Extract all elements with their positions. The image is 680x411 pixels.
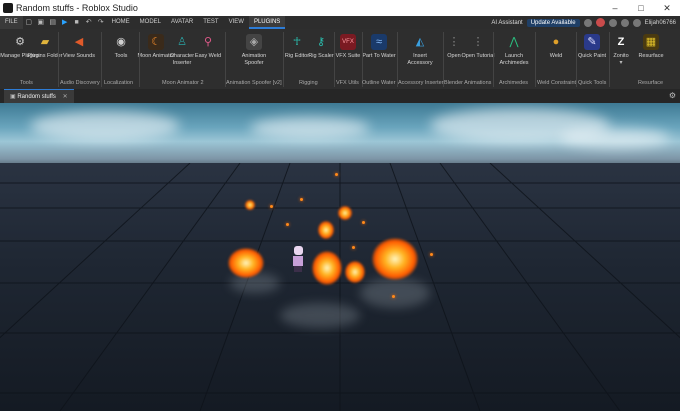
spark-particle <box>352 246 355 249</box>
character-torso <box>293 256 303 266</box>
stop-icon[interactable]: ■ <box>73 19 81 27</box>
globe-icon: ◉ <box>116 36 126 48</box>
play-icon[interactable]: ▶ <box>61 19 69 27</box>
open-file-icon[interactable]: ▣ <box>37 19 45 27</box>
plugins-ribbon: ⚙ Manage Plugins ▰ Plugins Folder ◀ View So… <box>0 29 680 90</box>
part-to-water-button[interactable]: ≈ Part To Water <box>359 32 399 60</box>
spark-particle <box>362 221 365 224</box>
blender-tutorial-icon: ⋮ <box>472 36 484 48</box>
3d-viewport[interactable] <box>0 103 680 411</box>
fire-effect <box>245 200 255 210</box>
weld-button[interactable]: ● Weld <box>536 32 576 60</box>
group-blender-animations: Blender Animations <box>444 80 492 86</box>
undo-icon[interactable]: ↶ <box>85 19 93 27</box>
spark-particle <box>270 205 273 208</box>
minimize-button[interactable]: – <box>602 3 628 13</box>
open-tutorial-button[interactable]: ⋮ Open Tutorial <box>458 32 498 60</box>
fire-effect <box>372 238 418 280</box>
roblox-studio-icon <box>3 3 13 13</box>
resurface-icon: ▦ <box>643 34 659 50</box>
group-accessory-inserter: Accessory Inserter <box>398 80 444 86</box>
animation-spoofer-button[interactable]: ◈ Animation Spoofer <box>234 32 274 66</box>
file-menu[interactable]: FILE <box>0 16 23 29</box>
maximize-button[interactable]: □ <box>628 3 654 13</box>
water-icon: ≈ <box>371 34 387 50</box>
group-rigging: Rigging <box>299 80 318 86</box>
view-sounds-button[interactable]: ◀ View Sounds <box>59 32 99 60</box>
fire-effect <box>228 248 264 278</box>
document-tab[interactable]: ▣ Random stuffs ✕ <box>4 89 74 103</box>
speaker-icon: ◀ <box>74 36 84 48</box>
accessory-icon: ◭ <box>415 36 425 48</box>
redo-icon[interactable]: ↷ <box>97 19 105 27</box>
save-icon[interactable]: ▤ <box>49 19 57 27</box>
group-animation-spoofer: Animation Spoofer [v2] <box>226 80 282 86</box>
tools-button[interactable]: ◉ Tools <box>101 32 141 60</box>
spark-particle <box>430 253 433 256</box>
spark-particle <box>286 223 289 226</box>
group-audio-discovery: Audio Discovery <box>60 80 100 86</box>
update-available-button[interactable]: Update Available <box>526 18 580 27</box>
cloud-icon[interactable] <box>632 18 641 27</box>
baseplate-grid <box>0 163 680 411</box>
launch-archimedes-button[interactable]: ⋀ Launch Archimedes <box>494 32 534 66</box>
smoke-effect <box>280 303 360 328</box>
spoofer-icon: ◈ <box>246 34 262 50</box>
share-icon[interactable] <box>583 18 592 27</box>
spark-particle <box>300 198 303 201</box>
tab-test[interactable]: TEST <box>198 16 223 29</box>
zonito-icon: Z <box>617 36 625 48</box>
weld-ball-icon: ● <box>552 36 560 48</box>
document-tab-label: Random stuffs <box>17 94 56 100</box>
spark-particle <box>335 173 338 176</box>
tab-plugins[interactable]: PLUGINS <box>248 16 286 29</box>
group-outline-water: Outline Water <box>362 80 396 86</box>
folder-icon: ▰ <box>40 36 50 48</box>
group-vfx-utils: VFX Utils <box>336 80 359 86</box>
spark-particle <box>392 295 395 298</box>
baseplate <box>0 163 680 411</box>
vfx-icon: VFX <box>340 34 356 50</box>
smoke-effect <box>360 278 430 308</box>
weld-icon: ⚲ <box>203 36 213 48</box>
group-archimedes: Archimedes <box>499 80 529 86</box>
character-legs <box>294 266 302 272</box>
group-resurface: Resurface <box>638 80 664 86</box>
tab-view[interactable]: VIEW <box>224 16 249 29</box>
tab-model[interactable]: MODEL <box>135 16 166 29</box>
archimedes-icon: ⋀ <box>509 36 519 48</box>
group-localization: Localization <box>104 80 134 86</box>
group-quick-tools: Quick Tools <box>578 80 607 86</box>
tab-avatar[interactable]: AVATAR <box>166 16 198 29</box>
fire-effect <box>345 261 365 283</box>
group-weld-constraint: Weld Constraint <box>537 80 577 86</box>
fire-effect <box>318 221 334 239</box>
close-tab-icon[interactable]: ✕ <box>63 94 68 100</box>
group-tools: Tools <box>20 80 33 86</box>
fire-effect <box>312 251 342 285</box>
character-head <box>293 246 303 255</box>
scaler-icon: ⚷ <box>316 36 326 48</box>
menu-bar: FILE ▢ ▣ ▤ ▶ ■ ↶ ↷ HOME MODEL AVATAR TES… <box>0 16 680 29</box>
window-title-bar: Random stuffs - Roblox Studio – □ ✕ <box>0 0 680 16</box>
avatar[interactable] <box>595 18 605 27</box>
settings-icon[interactable] <box>608 18 617 27</box>
zonito-dropdown-icon[interactable]: ▾ <box>601 60 641 67</box>
resurface-button[interactable]: ▦ Resurface <box>631 32 671 60</box>
tab-home[interactable]: HOME <box>107 16 135 29</box>
viewport-settings-icon[interactable]: ⚙ <box>669 91 676 100</box>
window-title: Random stuffs - Roblox Studio <box>16 3 138 13</box>
easy-weld-button[interactable]: ⚲ Easy Weld <box>188 32 228 60</box>
new-file-icon[interactable]: ▢ <box>25 19 33 27</box>
document-tab-bar: ▣ Random stuffs ✕ ⚙ <box>0 89 680 103</box>
ai-assistant-button[interactable]: AI Assistant <box>491 20 522 26</box>
player-character[interactable] <box>293 246 303 272</box>
paint-icon: ✎ <box>584 34 600 50</box>
help-icon[interactable] <box>620 18 629 27</box>
group-moon-animator: Moon Animator 2 <box>162 80 204 86</box>
fire-effect <box>338 206 352 220</box>
close-button[interactable]: ✕ <box>654 3 680 14</box>
username[interactable]: Elijah06766 <box>645 20 676 26</box>
